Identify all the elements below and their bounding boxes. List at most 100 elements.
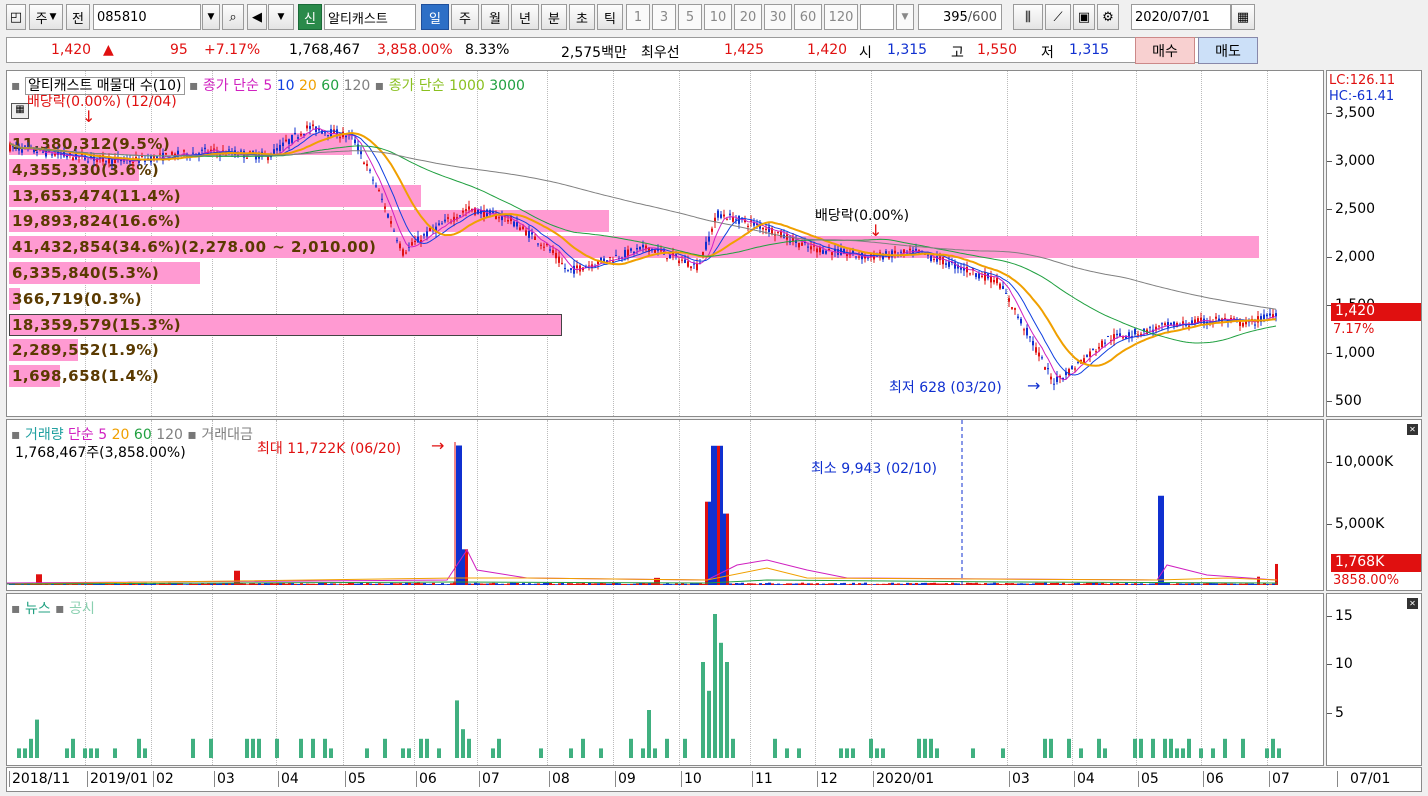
news-bar bbox=[851, 748, 855, 758]
candle-body bbox=[159, 153, 161, 155]
candle-body bbox=[543, 246, 545, 248]
candle-body bbox=[1086, 355, 1088, 357]
candle-body bbox=[426, 231, 428, 237]
volume-bar bbox=[441, 583, 444, 585]
candle-body bbox=[909, 248, 911, 251]
interval-dropdown-icon[interactable]: ▼ bbox=[896, 4, 914, 30]
volume-bar bbox=[567, 583, 570, 585]
save-icon[interactable]: ▣ bbox=[1073, 4, 1095, 30]
volume-bar bbox=[486, 583, 489, 585]
volume-bar bbox=[384, 583, 387, 585]
volume-bar bbox=[1209, 583, 1212, 585]
news-bar bbox=[725, 662, 729, 758]
period-tick[interactable]: 틱 bbox=[597, 4, 623, 30]
period-minute[interactable]: 분 bbox=[541, 4, 567, 30]
interval-1[interactable]: 1 bbox=[626, 4, 650, 30]
news-bar bbox=[29, 738, 33, 758]
sell-button[interactable]: 매도 bbox=[1198, 37, 1258, 64]
trade-amount: 2,575백만 bbox=[561, 45, 627, 61]
candle-body bbox=[969, 273, 971, 275]
interval-5[interactable]: 5 bbox=[678, 4, 702, 30]
interval-120[interactable]: 120 bbox=[824, 4, 858, 30]
square-icon: ▪ bbox=[11, 427, 21, 443]
interval-30[interactable]: 30 bbox=[764, 4, 792, 30]
custom-interval-input[interactable] bbox=[860, 4, 894, 30]
news-bar bbox=[845, 748, 849, 758]
candle-body bbox=[702, 252, 704, 256]
interval-60[interactable]: 60 bbox=[794, 4, 822, 30]
volume-bar bbox=[921, 582, 924, 585]
news-bar bbox=[257, 738, 261, 758]
candle-body bbox=[87, 161, 89, 163]
candle-body bbox=[723, 214, 725, 217]
date-input[interactable]: 2020/07/01 bbox=[1131, 4, 1231, 30]
candle-body bbox=[501, 216, 503, 221]
candle-body bbox=[1089, 351, 1091, 357]
period-second[interactable]: 초 bbox=[569, 4, 595, 30]
gear-icon[interactable]: ⚙ bbox=[1097, 4, 1119, 30]
sound-dropdown-icon[interactable]: ▼ bbox=[268, 4, 294, 30]
candle-body bbox=[933, 259, 935, 261]
news-bar bbox=[1241, 738, 1245, 758]
buy-button[interactable]: 매수 bbox=[1135, 37, 1195, 64]
prev-button[interactable]: 전 bbox=[66, 4, 90, 30]
search-icon[interactable]: ⌕ bbox=[222, 4, 244, 30]
stock-code-input[interactable]: 085810 bbox=[93, 4, 201, 30]
volume-bar bbox=[852, 582, 855, 585]
ma120-line bbox=[9, 142, 1277, 310]
candle-body bbox=[1017, 316, 1019, 318]
candle-body bbox=[534, 236, 536, 240]
interval-label: 30 bbox=[769, 9, 787, 25]
volume-bar bbox=[915, 582, 918, 585]
candle-body bbox=[24, 145, 26, 147]
line-tool-icon[interactable]: ⟋ bbox=[1045, 4, 1071, 30]
price-change: 95 bbox=[170, 42, 188, 58]
candle-body bbox=[765, 228, 767, 231]
news-chart-panel[interactable]: ▪ 뉴스 ▪ 공시 bbox=[6, 593, 1324, 766]
interval-3[interactable]: 3 bbox=[652, 4, 676, 30]
layout-icon[interactable]: ◰ bbox=[6, 4, 26, 30]
market-select[interactable]: 주 ▼ bbox=[29, 4, 63, 30]
stock-code-value: 085810 bbox=[97, 9, 147, 25]
volume-bar bbox=[348, 582, 351, 585]
volume-bar bbox=[645, 583, 648, 585]
candle-body bbox=[798, 242, 800, 248]
period-month[interactable]: 월 bbox=[481, 4, 509, 30]
period-day[interactable]: 일 bbox=[421, 4, 449, 30]
candle-body bbox=[642, 244, 644, 248]
volume-bar bbox=[792, 583, 795, 585]
volume-bar bbox=[1035, 582, 1038, 585]
code-dropdown-icon[interactable]: ▼ bbox=[202, 4, 220, 30]
candle-body bbox=[1047, 368, 1049, 370]
period-week[interactable]: 주 bbox=[451, 4, 479, 30]
candle-body bbox=[156, 156, 158, 159]
candle-body bbox=[1137, 334, 1139, 336]
close-icon[interactable]: ✕ bbox=[1407, 598, 1418, 609]
change-percent: +7.17% bbox=[204, 42, 261, 58]
volume-bar bbox=[732, 583, 735, 585]
sound-icon[interactable]: ◀ bbox=[247, 4, 267, 30]
interval-label: 1 bbox=[633, 9, 643, 25]
calendar-icon[interactable]: ▦ bbox=[1231, 4, 1255, 30]
interval-20[interactable]: 20 bbox=[734, 4, 762, 30]
close-icon[interactable]: ✕ bbox=[1407, 424, 1418, 435]
volume-bar bbox=[324, 582, 327, 585]
candle-type-icon[interactable]: ⫼ bbox=[1013, 4, 1043, 30]
price-chart-panel[interactable]: 11,380,312(9.5%) 4,355,330(3.6%) 13,653,47… bbox=[6, 70, 1324, 417]
candle-body bbox=[1074, 368, 1076, 370]
volume-bar bbox=[846, 584, 849, 585]
volume-chart-panel[interactable]: ▪ 거래량 단순 5 20 60 120 ▪ 거래대금 1,768,467주(3… bbox=[6, 419, 1324, 591]
candle-body bbox=[303, 134, 305, 136]
volume-bar bbox=[273, 583, 276, 585]
data-count-field[interactable]: 395/600 bbox=[918, 4, 1002, 30]
news-bar bbox=[365, 748, 369, 758]
interval-10[interactable]: 10 bbox=[704, 4, 732, 30]
period-year[interactable]: 년 bbox=[511, 4, 539, 30]
volume-bar bbox=[378, 583, 381, 585]
period-label: 년 bbox=[519, 11, 531, 27]
volume-bar bbox=[1233, 583, 1236, 585]
volume-bar bbox=[426, 583, 429, 585]
candle-body bbox=[903, 249, 905, 253]
volume-bar bbox=[1017, 583, 1020, 585]
volume-value: 1,768,467 bbox=[289, 42, 361, 58]
